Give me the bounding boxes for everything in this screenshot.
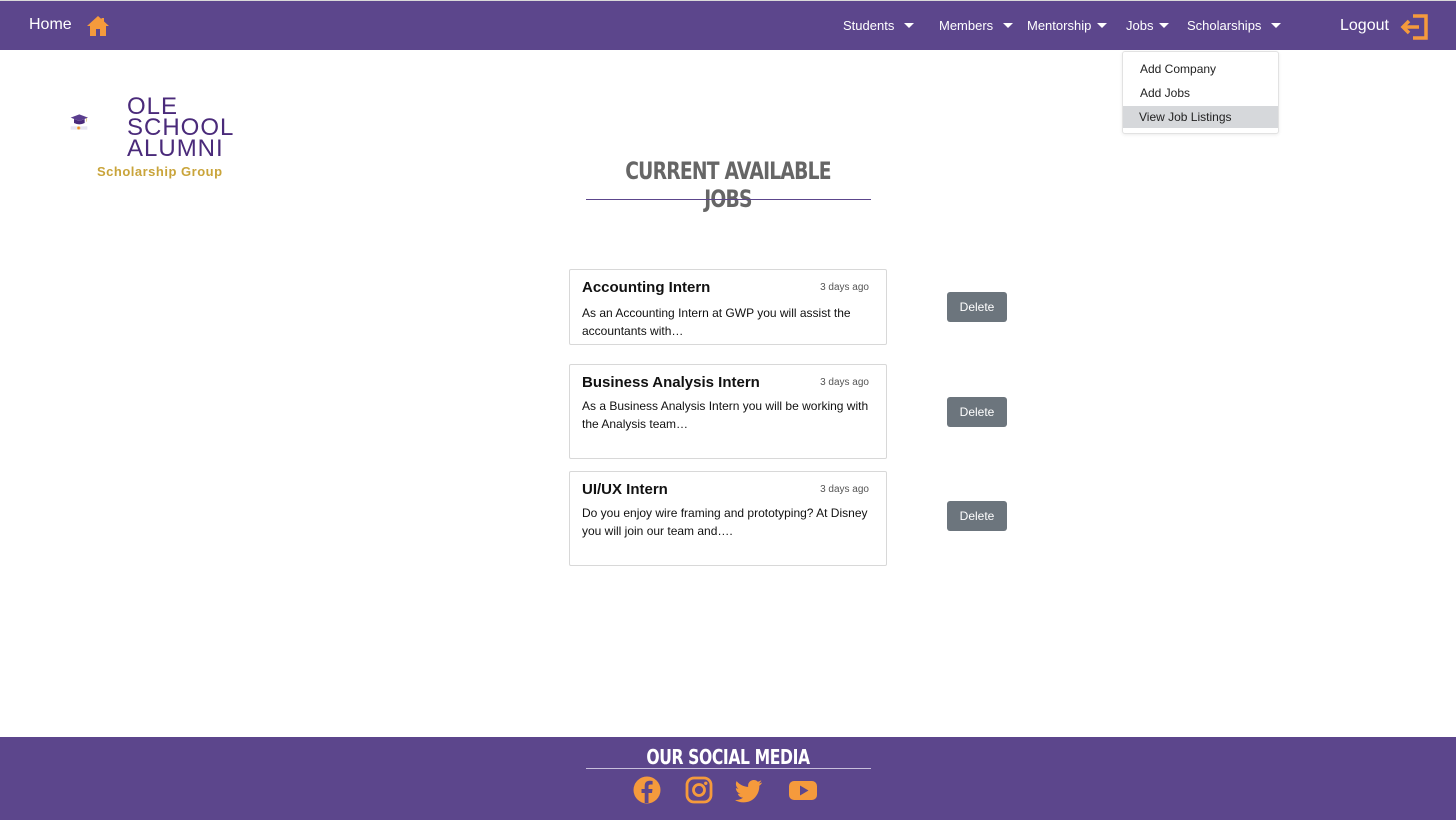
nav-mentorship-menu[interactable]: Mentorship — [1027, 18, 1108, 33]
nav-scholarships-menu[interactable]: Scholarships — [1187, 18, 1282, 33]
page-title: CURRENT AVAILABLE JOBS — [625, 157, 831, 213]
nav-mentorship-label: Mentorship — [1027, 18, 1092, 33]
nav-members-label: Members — [939, 18, 994, 33]
job-description: As an Accounting Intern at GWP you will … — [582, 306, 851, 338]
chevron-down-icon — [904, 23, 915, 28]
job-description: As a Business Analysis Intern you will b… — [582, 399, 869, 431]
home-link[interactable]: Home — [29, 16, 72, 34]
job-card[interactable]: Business Analysis Intern 3 days ago As a… — [569, 364, 887, 459]
nav-students-label: Students — [843, 18, 895, 33]
delete-job-button[interactable]: Delete — [947, 501, 1007, 531]
dropdown-item-view-job-listings[interactable]: View Job Listings — [1123, 106, 1278, 128]
home-icon[interactable] — [86, 14, 110, 38]
chevron-down-icon — [1159, 23, 1170, 28]
logout-icon[interactable] — [1399, 13, 1429, 41]
chevron-down-icon — [1003, 23, 1014, 28]
chevron-down-icon — [1097, 23, 1108, 28]
logout-link[interactable]: Logout — [1340, 17, 1389, 35]
nav-jobs-menu[interactable]: Jobs — [1126, 18, 1170, 33]
nav-students-menu[interactable]: Students — [843, 18, 915, 33]
job-posted-time: 3 days ago — [820, 484, 869, 495]
logo-wordmark: OLE SCHOOL ALUMNI — [127, 95, 234, 162]
logo-subtitle: Scholarship Group — [97, 164, 223, 179]
dropdown-item-add-company[interactable]: Add Company — [1123, 58, 1278, 80]
job-card[interactable]: Accounting Intern 3 days ago As an Accou… — [569, 269, 887, 345]
logo-line-3: ALUMNI — [127, 135, 224, 162]
delete-job-button[interactable]: Delete — [947, 397, 1007, 427]
instagram-icon[interactable] — [684, 775, 714, 805]
facebook-icon[interactable] — [632, 775, 662, 805]
job-posted-time: 3 days ago — [820, 282, 869, 293]
delete-job-button[interactable]: Delete — [947, 292, 1007, 322]
nav-scholarships-label: Scholarships — [1187, 18, 1262, 33]
job-title: Business Analysis Intern — [582, 374, 760, 391]
chevron-down-icon — [1271, 23, 1282, 28]
dropdown-item-add-jobs[interactable]: Add Jobs — [1123, 82, 1278, 104]
nav-jobs-label: Jobs — [1126, 18, 1154, 33]
job-posted-time: 3 days ago — [820, 377, 869, 388]
title-divider — [586, 199, 871, 200]
jobs-dropdown-menu: Add Company Add Jobs View Job Listings — [1122, 51, 1279, 134]
top-navbar: Home Students Members Mentorship Jobs Sc… — [0, 0, 1456, 50]
nav-members-menu[interactable]: Members — [939, 18, 1014, 33]
footer: OUR SOCIAL MEDIA — [0, 737, 1456, 820]
job-card[interactable]: UI/UX Intern 3 days ago Do you enjoy wir… — [569, 471, 887, 566]
job-description: Do you enjoy wire framing and prototypin… — [582, 506, 868, 538]
footer-title: OUR SOCIAL MEDIA — [646, 745, 810, 769]
twitter-icon[interactable] — [734, 775, 764, 805]
job-title: Accounting Intern — [582, 279, 711, 296]
footer-divider — [586, 768, 871, 769]
job-title: UI/UX Intern — [582, 481, 668, 498]
youtube-icon[interactable] — [788, 775, 818, 805]
graduation-cap-logo-icon — [70, 114, 88, 130]
